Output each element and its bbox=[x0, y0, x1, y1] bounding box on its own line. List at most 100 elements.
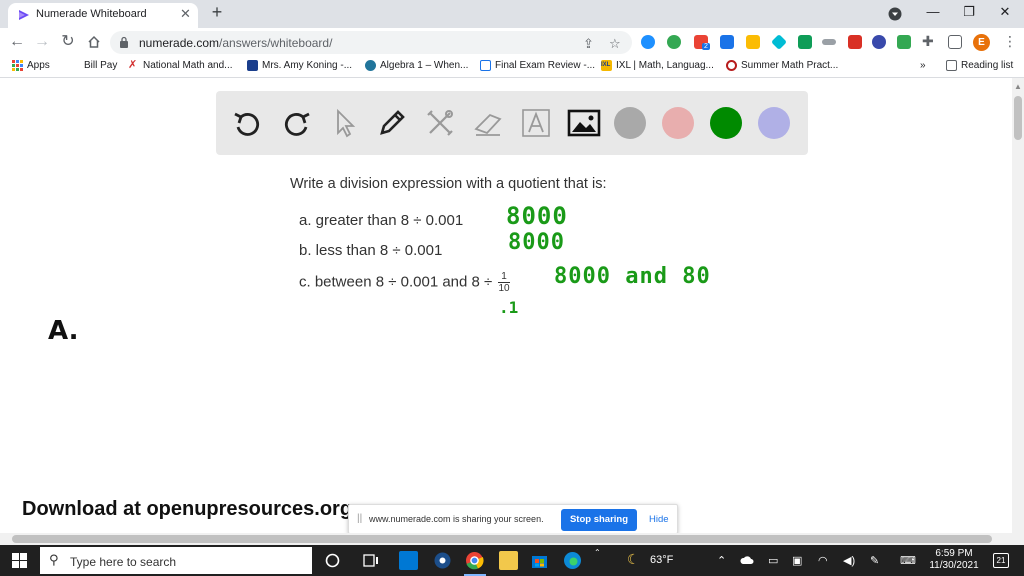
color-green-swatch[interactable] bbox=[710, 107, 742, 139]
close-button[interactable]: ✕ bbox=[994, 4, 1016, 20]
bookmark-summer-math[interactable]: Summer Math Pract... bbox=[726, 60, 838, 71]
back-arrow-icon[interactable]: ← bbox=[7, 32, 27, 52]
bookmark-algebra-1[interactable]: Algebra 1 – When... bbox=[365, 60, 468, 71]
drag-grip-icon[interactable]: || bbox=[357, 513, 362, 524]
problem-heading: Write a division expression with a quoti… bbox=[290, 176, 607, 192]
profile-menu-icon[interactable] bbox=[888, 7, 902, 21]
extension-icon[interactable] bbox=[720, 35, 734, 49]
scrollbar-thumb[interactable] bbox=[1014, 96, 1022, 140]
blue-square-icon bbox=[247, 60, 258, 71]
bookmark-national-math[interactable]: ✗ National Math and... bbox=[128, 59, 233, 72]
undo-icon[interactable] bbox=[230, 105, 266, 141]
windows-taskbar: ⚲ Type here to search ⌃ ☾ 63°F ⌃ ▭ ▣ ◠ ◀… bbox=[0, 545, 1024, 576]
browser-tab[interactable]: Numerade Whiteboard ✕ bbox=[8, 3, 198, 28]
color-lavender-swatch[interactable] bbox=[758, 107, 790, 139]
search-icon: ⚲ bbox=[49, 552, 59, 567]
extension-icon[interactable] bbox=[746, 35, 760, 49]
extensions-puzzle-icon[interactable]: ✚ bbox=[922, 33, 934, 50]
forward-arrow-icon[interactable]: → bbox=[32, 32, 52, 52]
cast-icon[interactable] bbox=[948, 35, 962, 49]
x-logo-icon: ✗ bbox=[128, 59, 138, 71]
chevron-up-icon[interactable]: ⌃ bbox=[717, 554, 726, 567]
whiteboard-toolbar bbox=[216, 91, 808, 155]
color-gray-swatch[interactable] bbox=[614, 107, 646, 139]
media-icon[interactable] bbox=[433, 551, 452, 570]
image-icon[interactable] bbox=[566, 105, 602, 141]
file-explorer-icon[interactable] bbox=[499, 551, 518, 570]
problem-part-c: c. between 8 ÷ 0.001 and 8 ÷ 1 10 bbox=[299, 271, 510, 294]
redo-icon[interactable] bbox=[278, 105, 314, 141]
extension-icon[interactable] bbox=[798, 35, 812, 49]
profile-avatar[interactable]: E bbox=[973, 34, 990, 51]
whiteboard-page[interactable]: Write a division expression with a quoti… bbox=[0, 78, 1012, 533]
restore-button[interactable]: ❐ bbox=[958, 4, 980, 20]
vertical-scrollbar[interactable]: ▲ bbox=[1012, 78, 1024, 533]
bookmark-star-icon[interactable]: ☆ bbox=[609, 36, 621, 52]
search-placeholder: Type here to search bbox=[70, 555, 177, 569]
weather-temp[interactable]: 63°F bbox=[650, 554, 673, 566]
pointer-icon[interactable] bbox=[326, 105, 362, 141]
extension-icon[interactable] bbox=[771, 34, 787, 50]
volume-icon[interactable]: ◀) bbox=[843, 554, 855, 567]
bookmark-final-exam[interactable]: Final Exam Review -... bbox=[480, 60, 595, 71]
share-message: www.numerade.com is sharing your screen. bbox=[369, 514, 544, 524]
pen-ink-icon[interactable]: ✎ bbox=[870, 554, 879, 567]
handwritten-answer-b: 8000 bbox=[508, 230, 565, 255]
system-clock[interactable]: 6:59 PM 11/30/2021 bbox=[925, 548, 983, 572]
browser-toolbar: ← → ↻ numerade.com/answers/whiteboard/ ⇪… bbox=[0, 28, 1024, 57]
onedrive-cloud-icon[interactable] bbox=[740, 553, 754, 567]
display-icon[interactable]: ▣ bbox=[792, 554, 802, 567]
ixl-icon: IXL bbox=[601, 60, 612, 71]
bookmark-bill-pay[interactable]: Bill Pay bbox=[84, 60, 117, 71]
scroll-up-icon[interactable]: ▲ bbox=[1014, 82, 1022, 91]
tab-title: Numerade Whiteboard bbox=[36, 8, 147, 20]
cortana-icon[interactable] bbox=[323, 551, 342, 570]
reload-icon[interactable]: ↻ bbox=[58, 32, 78, 52]
problem-part-b: b. less than 8 ÷ 0.001 bbox=[299, 242, 443, 259]
minimize-button[interactable]: — bbox=[922, 4, 944, 19]
wifi-icon[interactable]: ◠ bbox=[818, 554, 828, 567]
chrome-icon[interactable] bbox=[465, 551, 484, 570]
tab-close-icon[interactable]: ✕ bbox=[180, 6, 191, 22]
new-tab-button[interactable]: + bbox=[206, 2, 228, 23]
windows-start-icon[interactable] bbox=[12, 553, 27, 568]
color-pink-swatch[interactable] bbox=[662, 107, 694, 139]
bookmarks-more[interactable]: » bbox=[920, 60, 926, 71]
reading-list-button[interactable]: Reading list bbox=[946, 60, 1013, 71]
numerade-logo-icon bbox=[19, 10, 29, 20]
text-tool-icon[interactable] bbox=[518, 105, 554, 141]
bookmark-mrs-koning[interactable]: Mrs. Amy Koning -... bbox=[247, 60, 352, 71]
reading-list-icon bbox=[946, 60, 957, 71]
usb-icon[interactable]: ▭ bbox=[768, 554, 778, 567]
tools-icon[interactable] bbox=[422, 105, 458, 141]
mail-icon[interactable] bbox=[399, 551, 418, 570]
address-bar[interactable]: numerade.com/answers/whiteboard/ ⇪ ☆ bbox=[110, 31, 632, 54]
store-icon[interactable] bbox=[530, 551, 549, 570]
tray-overflow-icon[interactable]: ⌃ bbox=[594, 548, 601, 557]
horizontal-scrollbar[interactable] bbox=[0, 533, 1024, 545]
keyboard-icon[interactable]: ⌨ bbox=[900, 554, 916, 567]
hide-link[interactable]: Hide bbox=[649, 514, 669, 525]
notification-center-icon[interactable]: 21 bbox=[993, 553, 1009, 568]
taskbar-search[interactable]: ⚲ Type here to search bbox=[40, 547, 312, 574]
hscrollbar-thumb[interactable] bbox=[12, 535, 992, 543]
extension-icon[interactable] bbox=[872, 35, 886, 49]
problem-part-a: a. greater than 8 ÷ 0.001 bbox=[299, 212, 464, 229]
pdf-extension-icon[interactable] bbox=[848, 35, 862, 49]
stop-sharing-button[interactable]: Stop sharing bbox=[561, 509, 637, 531]
url-text: numerade.com/answers/whiteboard/ bbox=[139, 36, 333, 50]
pen-icon[interactable] bbox=[374, 105, 410, 141]
share-icon[interactable]: ⇪ bbox=[583, 36, 594, 52]
task-view-icon[interactable] bbox=[361, 551, 380, 570]
edge-icon[interactable] bbox=[563, 551, 582, 570]
bookmark-ixl[interactable]: IXL IXL | Math, Languag... bbox=[601, 60, 714, 71]
bookmark-apps[interactable]: Apps bbox=[12, 60, 50, 71]
extension-icon[interactable] bbox=[641, 35, 655, 49]
extension-icon[interactable] bbox=[822, 39, 836, 45]
home-icon[interactable] bbox=[87, 35, 101, 49]
menu-kebab-icon[interactable]: ⋮ bbox=[1003, 33, 1017, 50]
extension-icon[interactable] bbox=[897, 35, 911, 49]
eraser-icon[interactable] bbox=[470, 105, 506, 141]
extension-icon[interactable] bbox=[667, 35, 681, 49]
download-caption: Download at openupresources.org bbox=[22, 498, 353, 520]
